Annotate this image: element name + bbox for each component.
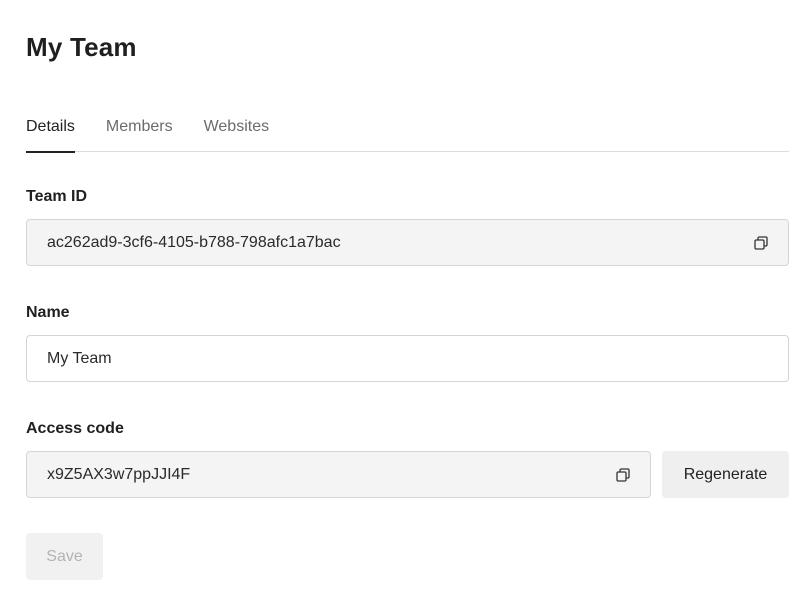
team-id-field[interactable]: ac262ad9-3cf6-4105-b788-798afc1a7bac — [26, 219, 789, 266]
access-code-field[interactable]: x9Z5AX3w7ppJJI4F — [26, 451, 651, 498]
tab-websites[interactable]: Websites — [204, 108, 270, 152]
name-input[interactable]: My Team — [26, 335, 789, 382]
save-button[interactable]: Save — [26, 533, 103, 580]
access-code-value: x9Z5AX3w7ppJJI4F — [47, 465, 191, 483]
name-value: My Team — [47, 349, 112, 367]
copy-icon[interactable] — [754, 235, 768, 250]
access-code-label: Access code — [26, 420, 124, 437]
team-id-label: Team ID — [26, 188, 88, 205]
regenerate-button[interactable]: Regenerate — [662, 451, 789, 498]
name-label: Name — [26, 304, 70, 321]
tab-details[interactable]: Details — [26, 108, 75, 153]
team-settings-page: My Team Details Members Websites Team ID… — [0, 0, 810, 603]
team-id-value: ac262ad9-3cf6-4105-b788-798afc1a7bac — [47, 233, 341, 251]
tab-bar: Details Members Websites — [26, 108, 789, 153]
tab-members[interactable]: Members — [106, 108, 173, 152]
page-title: My Team — [26, 32, 137, 62]
copy-icon[interactable] — [616, 467, 630, 482]
